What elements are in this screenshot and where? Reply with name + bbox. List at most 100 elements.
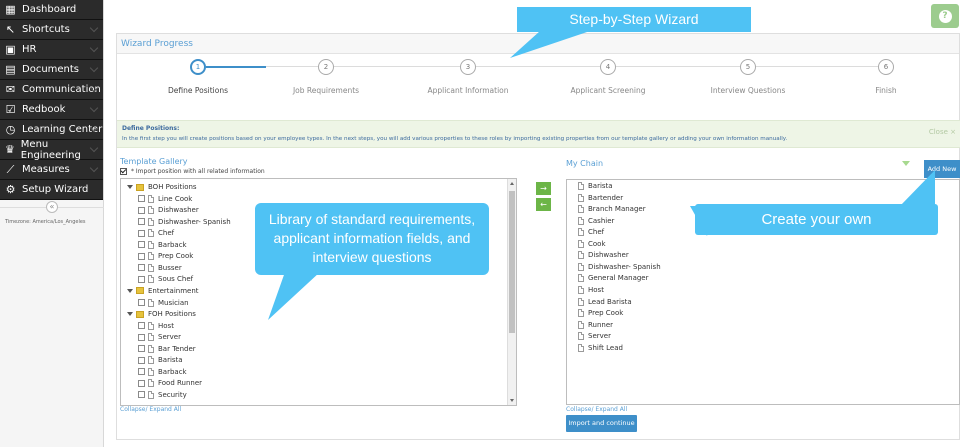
import-checkbox[interactable] [120,168,127,175]
step-6-circle[interactable]: 6 [878,59,894,75]
tree-item-checkbox[interactable] [138,345,145,353]
sidebar-item-documents[interactable]: ▤ Documents [0,60,103,80]
sidebar-item-learning-center[interactable]: ◷ Learning Center [0,120,103,140]
tree-item-checkbox[interactable] [138,275,145,283]
move-right-button[interactable]: → [536,182,551,195]
tree-item[interactable]: Sous Chef [138,275,193,284]
step-1-circle[interactable]: 1 [190,59,206,75]
documents-icon: ▤ [5,63,16,76]
tree-item-checkbox[interactable] [138,379,145,387]
chain-item[interactable]: Host [578,285,604,294]
tree-item-checkbox[interactable] [138,299,145,306]
chain-item-label: Cook [588,239,606,248]
chain-item[interactable]: Barista [578,182,613,190]
tree-item-checkbox[interactable] [138,229,145,237]
tree-item-checkbox[interactable] [138,206,145,214]
expand-arrow-icon[interactable] [127,288,133,293]
tree-item[interactable]: Barista [138,356,183,365]
tree-item[interactable]: Host [138,321,174,330]
chain-item[interactable]: Dishwasher [578,251,629,260]
tree-group[interactable]: BOH Positions [127,183,197,191]
tree-item[interactable]: Server [138,333,181,342]
document-icon [578,262,584,271]
tree-item[interactable]: Line Cook [138,194,192,203]
chain-item[interactable]: Cook [578,239,606,248]
step-connector [206,66,266,68]
step-4-circle[interactable]: 4 [600,59,616,75]
tree-item-checkbox[interactable] [138,264,145,272]
expand-arrow-icon[interactable] [127,185,133,189]
tree-item[interactable]: Food Runner [138,379,202,388]
info-close-link[interactable]: Close × [929,128,956,136]
gallery-collapse-expand-link[interactable]: Collapse/ Expand All [120,406,181,413]
chain-item[interactable]: Server [578,332,611,341]
move-left-button[interactable]: ← [536,198,551,211]
tree-item-checkbox[interactable] [138,322,145,330]
tree-item[interactable]: Security [138,390,187,399]
filter-triangle-icon[interactable] [902,161,910,166]
tree-item[interactable]: Prep Cook [138,252,193,261]
sidebar-item-dashboard[interactable]: ▦ Dashboard [0,0,103,20]
chain-item[interactable]: Cashier [578,216,614,225]
tree-label: Musician [158,298,189,307]
scroll-down-arrow[interactable] [510,399,514,402]
sidebar-item-measures[interactable]: ⟋ Measures [0,160,103,180]
step-3-circle[interactable]: 3 [460,59,476,75]
tree-item-checkbox[interactable] [138,368,145,376]
checkbox-icon: ☑ [5,103,16,116]
step-2-label[interactable]: Job Requirements [293,86,359,95]
tree-item[interactable]: Barback [138,240,187,249]
tree-item-checkbox[interactable] [138,391,145,399]
tree-item-checkbox[interactable] [138,195,145,203]
scroll-up-arrow[interactable] [510,182,514,185]
help-button[interactable]: ? [931,4,959,28]
chain-item[interactable]: Shift Lead [578,343,623,352]
chain-item[interactable]: Dishwasher- Spanish [578,262,661,271]
tree-item-checkbox[interactable] [138,241,145,249]
tree-item-checkbox[interactable] [138,356,145,364]
sidebar-item-redbook[interactable]: ☑ Redbook [0,100,103,120]
arrow-icon: ↖ [5,23,16,36]
import-option[interactable]: * Import position with all related infor… [120,168,265,175]
tree-item[interactable]: Busser [138,263,182,272]
tree-item[interactable]: Dishwasher [138,206,199,215]
tree-group[interactable]: FOH Positions [127,310,196,318]
sidebar-item-communication[interactable]: ✉ Communication [0,80,103,100]
scroll-thumb[interactable] [509,191,515,333]
step-3-label[interactable]: Applicant Information [427,86,508,95]
document-icon [148,356,154,365]
import-continue-button[interactable]: Import and continue [566,415,637,432]
tree-item[interactable]: Dishwasher- Spanish [138,217,231,226]
chain-item[interactable]: Branch Manager [578,205,646,214]
gallery-scrollbar[interactable] [507,179,516,405]
sidebar-item-hr[interactable]: ▣ HR [0,40,103,60]
tree-item-checkbox[interactable] [138,333,145,341]
document-icon [578,216,584,225]
step-5-label[interactable]: Interview Questions [711,86,786,95]
step-4-label[interactable]: Applicant Screening [571,86,646,95]
tree-item-checkbox[interactable] [138,252,145,260]
sidebar-collapse-button[interactable]: « [46,201,58,213]
chain-item[interactable]: Lead Barista [578,297,632,306]
tree-item-checkbox[interactable] [138,218,145,226]
chain-item[interactable]: Runner [578,320,613,329]
chain-item[interactable]: General Manager [578,274,649,283]
tree-item[interactable]: Chef [138,229,174,238]
tree-item[interactable]: Musician [138,298,189,307]
step-5-circle[interactable]: 5 [740,59,756,75]
tree-item[interactable]: Barback [138,367,187,376]
step-2-circle[interactable]: 2 [318,59,334,75]
tree-group[interactable]: Entertainment [127,287,199,295]
tree-item[interactable]: Bar Tender [138,344,196,353]
sidebar-item-menu-engineering[interactable]: ♛ Menu Engineering [0,139,103,161]
chain-item[interactable]: Bartender [578,193,623,202]
sidebar-item-shortcuts[interactable]: ↖ Shortcuts [0,20,103,40]
step-1-label[interactable]: Define Positions [168,86,228,95]
step-6-label[interactable]: Finish [875,86,896,95]
chain-item[interactable]: Chef [578,228,604,237]
chain-item[interactable]: Prep Cook [578,309,623,318]
chain-collapse-expand-link[interactable]: Collapse/ Expand All [566,406,627,413]
add-new-button[interactable]: Add New [924,160,960,178]
sidebar-item-setup-wizard[interactable]: ⚙ Setup Wizard [0,180,103,200]
expand-arrow-icon[interactable] [127,312,133,317]
